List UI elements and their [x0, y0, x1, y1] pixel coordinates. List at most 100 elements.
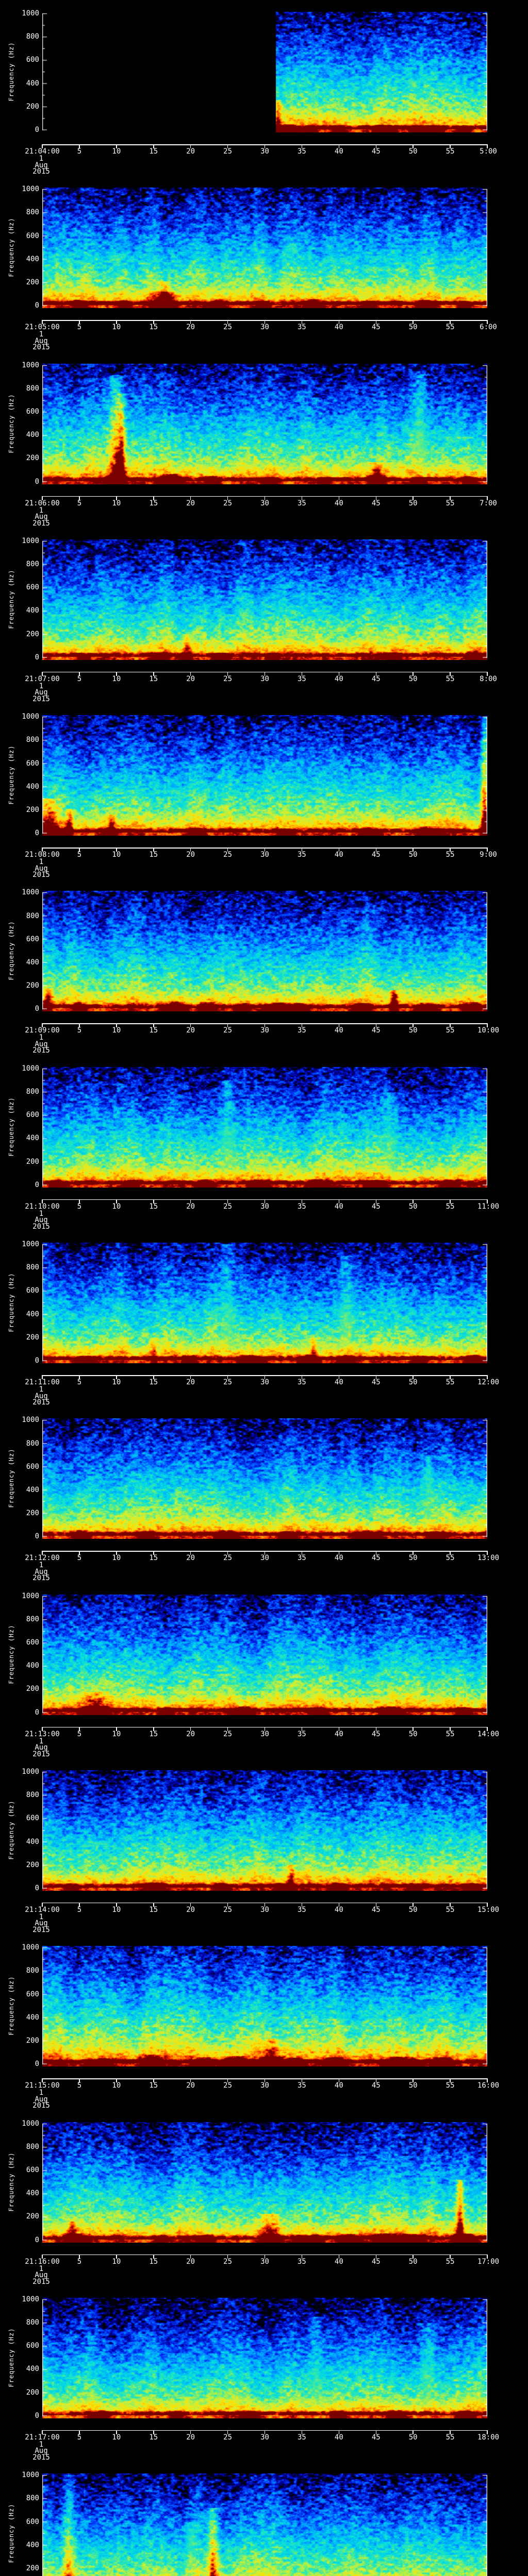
y-tick-label: 400	[26, 2365, 39, 2374]
time-tick-label: 45	[371, 674, 381, 683]
y-tick-label: 0	[35, 126, 39, 134]
time-tick-label: 45	[371, 147, 381, 156]
y-tick-label: 600	[26, 1638, 39, 1647]
time-start-label: 21:07:00	[25, 674, 60, 683]
time-start-label: 21:15:00	[25, 2081, 60, 2090]
time-tick-label: 55	[446, 851, 455, 859]
y-tick-label: 600	[26, 56, 39, 64]
spectrogram-panel: Frequency (Hz) 1000 800 600 400 200 0 21:11:00…	[0, 1231, 528, 1406]
time-end-label: 12:00	[477, 1378, 500, 1387]
y-tick-label: 1000	[22, 1591, 39, 1600]
spectrogram-canvas	[42, 1418, 487, 1539]
y-tick-label: 800	[26, 1615, 39, 1623]
y-axis-title: Frequency (Hz)	[8, 2151, 15, 2212]
y-tick-label: 200	[26, 2037, 39, 2045]
spectrogram-canvas	[42, 1770, 487, 1891]
y-tick-label: 1000	[22, 361, 39, 369]
y-tick-label: 800	[26, 1967, 39, 1975]
y-tick-label: 0	[35, 1884, 39, 1892]
spectrogram-panel: Frequency (Hz) 1000 800 600 400 200 0 21:12:00…	[0, 1406, 528, 1582]
time-tick-label: 35	[297, 323, 306, 332]
time-tick-label: 20	[186, 1905, 195, 1914]
time-tick-label: 50	[408, 1026, 418, 1035]
time-tick-label: 30	[260, 2257, 269, 2266]
time-start-label: 21:11:00	[25, 1378, 60, 1387]
time-tick-label: 50	[408, 1730, 418, 1738]
time-tick-label: 30	[260, 1730, 269, 1738]
y-tick-label: 800	[26, 208, 39, 217]
time-tick-label: 45	[371, 1730, 381, 1738]
time-tick-label: 55	[446, 323, 455, 332]
time-tick-label: 10	[112, 1905, 121, 1914]
time-tick-label: 10	[112, 851, 121, 859]
y-tick-label: 200	[26, 805, 39, 814]
date-year: 2015	[32, 871, 50, 879]
spectrogram-canvas	[42, 539, 487, 660]
time-tick-label: 50	[408, 2433, 418, 2442]
time-end-label: 11:00	[477, 1202, 500, 1211]
y-tick-label: 400	[26, 1485, 39, 1494]
y-tick-label: 200	[26, 454, 39, 463]
y-tick-label: 1000	[22, 185, 39, 194]
y-tick-label: 600	[26, 2517, 39, 2526]
spectrogram-panel: Frequency (Hz) 1000 800 600 400 200 0 21:08:00…	[0, 703, 528, 879]
time-tick-label: 55	[446, 1730, 455, 1738]
time-start-label: 21:12:00	[25, 1554, 60, 1563]
date-year: 2015	[32, 1398, 50, 1407]
y-tick-label: 400	[26, 431, 39, 439]
y-axis-title: Frequency (Hz)	[8, 1976, 15, 2036]
time-tick-label: 40	[334, 2433, 343, 2442]
time-tick-label: 40	[334, 499, 343, 507]
time-tick-label: 5	[77, 1202, 82, 1211]
y-tick-label: 600	[26, 407, 39, 416]
time-tick-label: 55	[446, 1905, 455, 1914]
time-tick-label: 45	[371, 2433, 381, 2442]
time-tick-label: 45	[371, 851, 381, 859]
y-tick-label: 400	[26, 1662, 39, 1670]
y-axis-title: Frequency (Hz)	[8, 745, 15, 805]
spectrogram-canvas	[42, 12, 487, 132]
time-tick-label: 5	[77, 323, 82, 332]
y-tick-label: 400	[26, 255, 39, 263]
y-axis-title: Frequency (Hz)	[8, 569, 15, 629]
spectrogram-canvas	[42, 1243, 487, 1364]
spectrogram-canvas	[42, 188, 487, 309]
time-tick-label: 35	[297, 499, 306, 507]
time-tick-label: 30	[260, 1554, 269, 1563]
y-tick-label: 600	[26, 1111, 39, 1120]
time-tick-label: 10	[112, 1026, 121, 1035]
time-tick-label: 50	[408, 674, 418, 683]
y-tick-label: 0	[35, 301, 39, 310]
spectrogram-canvas	[42, 1594, 487, 1715]
time-tick-label: 25	[223, 2257, 233, 2266]
y-axis-title: Frequency (Hz)	[8, 1097, 15, 1157]
time-tick-label: 30	[260, 1905, 269, 1914]
time-tick-label: 50	[408, 1378, 418, 1387]
time-tick-label: 55	[446, 147, 455, 156]
time-tick-label: 15	[149, 323, 158, 332]
time-tick-label: 30	[260, 147, 269, 156]
time-tick-label: 10	[112, 2081, 121, 2090]
time-start-label: 21:14:00	[25, 1905, 60, 1914]
y-tick-label: 0	[35, 2411, 39, 2420]
time-start-label: 21:05:00	[25, 323, 60, 332]
y-tick-label: 800	[26, 736, 39, 744]
y-tick-label: 600	[26, 935, 39, 943]
spectrogram-panel: Frequency (Hz) 1000 800 600 400 200 0 21:16:00…	[0, 2110, 528, 2286]
time-tick-label: 5	[77, 1554, 82, 1563]
time-tick-label: 10	[112, 323, 121, 332]
time-start-label: 21:04:00	[25, 147, 60, 156]
time-tick-label: 35	[297, 2257, 306, 2266]
time-tick-label: 20	[186, 1202, 195, 1211]
time-tick-label: 15	[149, 674, 158, 683]
time-tick-label: 55	[446, 2433, 455, 2442]
y-tick-label: 600	[26, 2342, 39, 2350]
time-tick-label: 20	[186, 1026, 195, 1035]
y-tick-label: 1000	[22, 713, 39, 721]
y-tick-label: 200	[26, 1157, 39, 1166]
y-tick-label: 200	[26, 102, 39, 111]
y-tick-label: 200	[26, 1860, 39, 1869]
time-tick-label: 55	[446, 1378, 455, 1387]
y-tick-label: 0	[35, 2060, 39, 2069]
time-tick-label: 15	[149, 2433, 158, 2442]
